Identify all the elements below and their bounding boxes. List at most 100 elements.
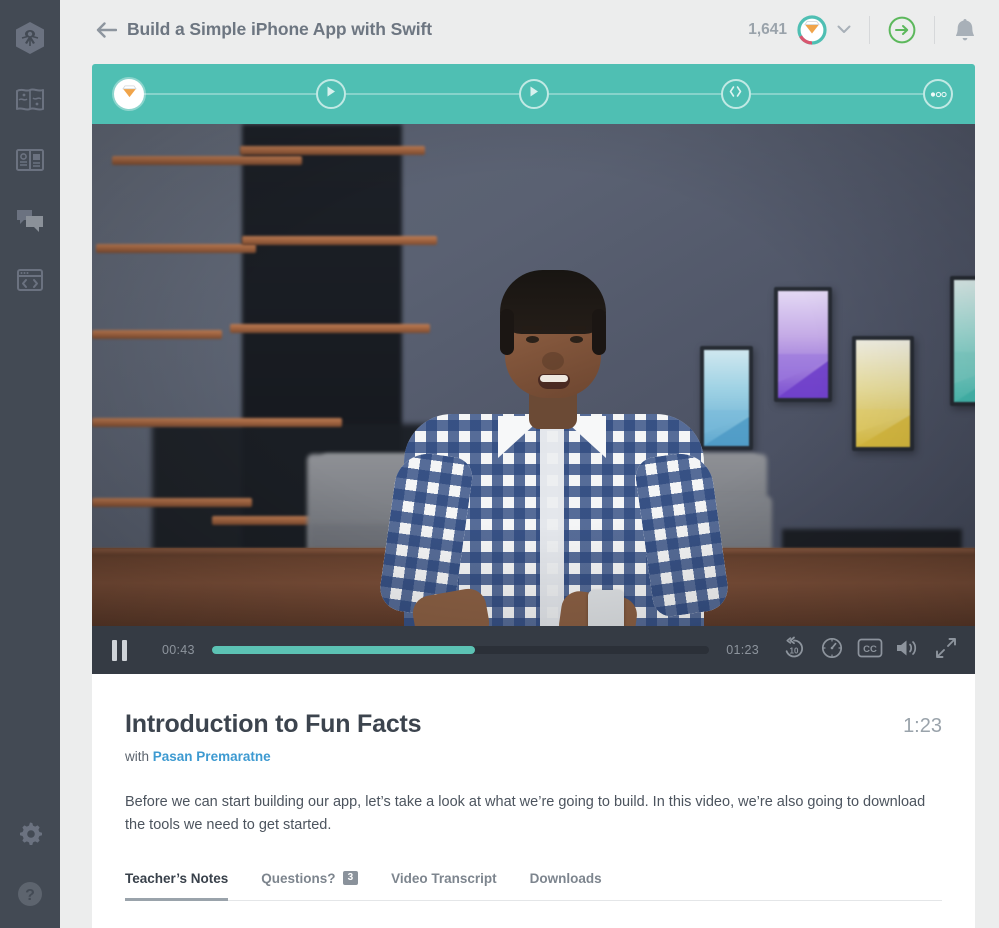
tab-downloads[interactable]: Downloads — [530, 871, 602, 900]
held-phone — [588, 590, 624, 626]
gem-icon — [804, 20, 820, 39]
points-badge[interactable] — [796, 14, 828, 46]
pause-icon — [111, 639, 127, 661]
tab-label: Downloads — [529, 870, 602, 886]
stage-node-more[interactable] — [923, 79, 953, 109]
byline-prefix: with — [125, 749, 150, 764]
stage-node-gem[interactable] — [114, 79, 144, 109]
stage-connector — [144, 93, 317, 95]
stage-node-ring — [114, 79, 144, 109]
tab-label: Questions? — [261, 870, 336, 886]
code-window-icon — [15, 267, 45, 293]
nose — [542, 352, 564, 370]
stage-node-ring — [518, 79, 549, 109]
stage-connector — [346, 93, 519, 95]
speedometer-icon — [820, 636, 844, 665]
chat-bubbles-icon — [15, 207, 45, 233]
wall-shelf — [96, 244, 256, 253]
tab-label: Video Transcript — [391, 870, 497, 886]
stage-node-ring — [316, 79, 347, 109]
volume-button[interactable] — [889, 626, 927, 674]
sidebar-top-group — [0, 0, 60, 310]
svg-text:10: 10 — [790, 646, 799, 655]
tab-video-transcript[interactable]: Video Transcript — [391, 871, 497, 900]
art-frame-blue — [700, 346, 753, 450]
player-controls-group: 10 CC — [775, 626, 965, 674]
stage-node-video-2[interactable] — [518, 79, 549, 109]
tab-teachers-notes[interactable]: Teacher’s Notes — [125, 870, 229, 901]
play-icon — [325, 85, 337, 103]
wall-shelf — [230, 324, 430, 333]
video-player-stage[interactable] — [92, 124, 975, 626]
stage-connector — [548, 93, 721, 95]
stage-node-ring — [720, 79, 751, 109]
stage-node-video-1[interactable] — [316, 79, 347, 109]
chevron-down-icon[interactable] — [837, 25, 851, 34]
wall-shelf — [112, 156, 302, 165]
eyebrow-left — [522, 326, 542, 330]
sidebar-item-workspaces[interactable] — [0, 250, 60, 310]
ellipsis-icon — [930, 85, 947, 103]
captions-button[interactable]: CC — [851, 626, 889, 674]
question-circle-icon: ? — [16, 880, 44, 908]
treehouse-logo-icon — [14, 21, 46, 55]
eye-right — [570, 336, 583, 343]
hair — [500, 270, 606, 334]
svg-text:CC: CC — [863, 644, 877, 655]
app-root: ? Build a Simple iPhone App with Swift 1… — [0, 0, 999, 928]
points-total: 1,641 — [748, 20, 787, 38]
art-frame-teal — [950, 276, 975, 406]
teacher-link[interactable]: Pasan Premaratne — [153, 749, 271, 764]
course-title: Build a Simple iPhone App with Swift — [127, 19, 432, 39]
stage-connector — [750, 93, 923, 95]
stage-node-ring — [923, 79, 953, 109]
video-info-card: Introduction to Fun Facts 1:23 with Pasa… — [92, 674, 975, 928]
sidebar-bottom-group: ? — [0, 804, 60, 924]
gear-icon — [16, 820, 44, 848]
fullscreen-button[interactable] — [927, 626, 965, 674]
stage-node-code[interactable] — [720, 79, 751, 109]
video-controls-bar: 00:43 01:23 10 CC — [92, 626, 975, 674]
global-sidebar: ? — [0, 0, 60, 928]
divider — [934, 15, 935, 44]
sidebar-item-community[interactable] — [0, 190, 60, 250]
sidebar-item-settings[interactable] — [0, 804, 60, 864]
top-bar: Build a Simple iPhone App with Swift 1,6… — [60, 0, 999, 59]
play-pause-button[interactable] — [92, 626, 146, 674]
sidebar-item-tracks[interactable] — [0, 70, 60, 130]
cc-icon: CC — [857, 637, 883, 664]
code-brackets-icon — [728, 85, 743, 103]
hair-side-right — [592, 309, 606, 355]
video-title: Introduction to Fun Facts — [125, 710, 422, 738]
wall-shelf — [92, 498, 252, 507]
map-icon — [15, 87, 45, 113]
sidebar-item-help[interactable]: ? — [0, 864, 60, 924]
stage-progress-bar — [92, 64, 975, 124]
wall-shelf — [92, 330, 222, 339]
volume-icon — [895, 637, 921, 664]
art-frame-yellow — [852, 336, 914, 451]
next-step-button[interactable] — [888, 16, 916, 44]
eyebrow-right — [566, 326, 586, 330]
video-frame-content — [92, 124, 975, 626]
back-arrow-icon[interactable] — [96, 21, 117, 38]
total-time: 01:23 — [726, 643, 759, 657]
playback-speed-button[interactable] — [813, 626, 851, 674]
tab-label: Teacher’s Notes — [125, 870, 229, 886]
current-time: 00:43 — [162, 643, 195, 657]
scrubber-track[interactable] — [211, 646, 710, 654]
divider — [869, 15, 870, 44]
byline: with Pasan Premaratne — [125, 749, 942, 764]
tab-questions[interactable]: Questions? 3 — [261, 870, 359, 900]
mouth — [538, 374, 570, 389]
sidebar-item-home-logo[interactable] — [0, 8, 60, 68]
rewind-10-icon: 10 — [782, 636, 806, 665]
wall-shelf — [92, 418, 342, 427]
video-description: Before we can start building our app, le… — [125, 794, 926, 833]
rewind-10-button[interactable]: 10 — [775, 626, 813, 674]
bell-icon[interactable] — [953, 17, 977, 43]
questions-count-badge: 3 — [342, 871, 359, 886]
wall-shelf — [242, 236, 437, 245]
sidebar-item-library[interactable] — [0, 130, 60, 190]
content-tabs: Teacher’s Notes Questions? 3 Video Trans… — [125, 871, 942, 901]
